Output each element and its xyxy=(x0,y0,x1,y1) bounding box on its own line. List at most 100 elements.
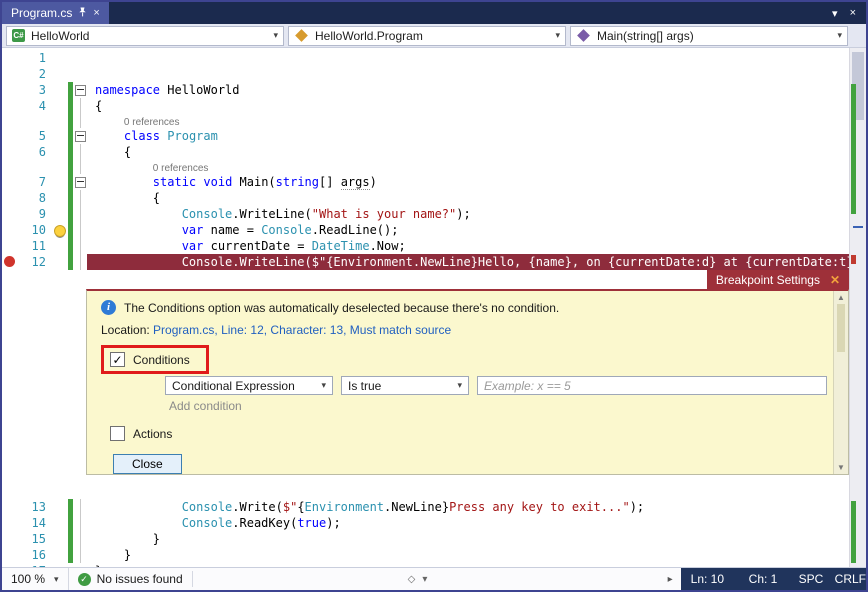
project-dropdown-label: HelloWorld xyxy=(31,29,89,43)
code-text xyxy=(87,66,849,82)
scroll-down-icon[interactable]: ▼ xyxy=(837,463,845,472)
line-number: 8 xyxy=(16,190,52,206)
line-number: 12 xyxy=(16,254,52,270)
marker-icon[interactable]: ◇ xyxy=(408,574,416,585)
info-icon: i xyxy=(101,300,116,315)
breakpoint-margin[interactable] xyxy=(2,160,16,174)
scroll-up-icon[interactable]: ▲ xyxy=(837,293,845,302)
code-line: 14 Console.ReadKey(true); xyxy=(2,515,849,531)
condition-expression-input[interactable] xyxy=(477,376,827,395)
breakpoint-margin[interactable] xyxy=(2,128,16,144)
issues-indicator[interactable]: ✓ No issues found xyxy=(69,568,192,590)
breakpoint-margin[interactable] xyxy=(2,66,16,82)
fold-margin xyxy=(73,66,87,82)
breakpoint-margin[interactable] xyxy=(2,82,16,98)
method-icon xyxy=(577,29,590,42)
column-indicator[interactable]: Ch: 1 xyxy=(749,572,799,586)
line-number: 13 xyxy=(16,499,52,515)
glyph-margin xyxy=(52,190,68,206)
breakpoint-settings-tab[interactable]: Breakpoint Settings ✕ xyxy=(707,270,849,289)
line-number: 5 xyxy=(16,128,52,144)
line-ending-indicator[interactable]: CRLF xyxy=(835,572,866,586)
breakpoint-margin[interactable] xyxy=(2,114,16,128)
breakpoint-margin[interactable] xyxy=(2,174,16,190)
breakpoint-margin[interactable] xyxy=(2,547,16,563)
peek-scrollbar-thumb[interactable] xyxy=(837,304,845,352)
breakpoint-settings-pane: i The Conditions option was automaticall… xyxy=(86,289,849,475)
code-editor[interactable]: 123namespace HelloWorld4{ 0 references5 … xyxy=(2,48,866,567)
condition-operator-value: Is true xyxy=(348,379,381,393)
glyph-margin xyxy=(52,128,68,144)
breakpoint-margin[interactable] xyxy=(2,98,16,114)
conditions-checkbox[interactable]: ✓ xyxy=(110,352,125,367)
line-number: 1 xyxy=(16,50,52,66)
collapse-toggle-icon[interactable] xyxy=(73,82,87,98)
breakpoint-margin[interactable] xyxy=(2,144,16,160)
scroll-right-icon[interactable]: ▸ xyxy=(668,574,673,585)
code-area[interactable]: 123namespace HelloWorld4{ 0 references5 … xyxy=(2,48,849,567)
peek-scrollbar[interactable]: ▲ ▼ xyxy=(833,291,848,474)
code-line: 0 references xyxy=(2,160,849,174)
line-indicator[interactable]: Ln: 10 xyxy=(681,572,749,586)
tab-program-cs[interactable]: Program.cs × xyxy=(2,2,109,24)
breakpoint-margin[interactable] xyxy=(2,190,16,206)
type-dropdown[interactable]: HelloWorld.Program ▾ xyxy=(288,26,566,46)
breakpoint-margin[interactable] xyxy=(2,206,16,222)
collapse-toggle-icon[interactable] xyxy=(73,174,87,190)
line-number: 9 xyxy=(16,206,52,222)
change-marker xyxy=(851,501,856,563)
code-line: 5 class Program xyxy=(2,128,849,144)
cursor-position-panel: Ln: 10 Ch: 1 SPC CRLF xyxy=(681,568,866,590)
project-dropdown[interactable]: C# HelloWorld ▾ xyxy=(6,26,284,46)
fold-margin xyxy=(73,515,87,531)
glyph-margin xyxy=(52,160,68,174)
breakpoint-dot[interactable] xyxy=(4,256,15,267)
breakpoint-margin[interactable] xyxy=(2,515,16,531)
line-number: 10 xyxy=(16,222,52,238)
fold-margin xyxy=(73,190,87,206)
chevron-down-icon: ▾ xyxy=(54,574,59,585)
window-menu-icon[interactable]: ▾ xyxy=(832,7,838,20)
class-icon xyxy=(295,29,308,42)
info-row: i The Conditions option was automaticall… xyxy=(101,300,827,315)
zoom-control[interactable]: 100 % ▾ xyxy=(2,568,69,590)
breakpoint-margin[interactable] xyxy=(2,50,16,66)
indent-mode-indicator[interactable]: SPC xyxy=(799,572,835,586)
close-button[interactable]: Close xyxy=(113,454,182,474)
location-row: Location: Program.cs, Line: 12, Characte… xyxy=(101,323,827,337)
code-text: namespace HelloWorld xyxy=(87,82,849,98)
code-line: 4{ xyxy=(2,98,849,114)
editor-scrollbar[interactable] xyxy=(849,48,866,567)
lightbulb-icon[interactable] xyxy=(52,222,68,238)
collapse-toggle-icon[interactable] xyxy=(73,128,87,144)
line-number: 16 xyxy=(16,547,52,563)
breakpoint-margin[interactable] xyxy=(2,238,16,254)
close-row: Close xyxy=(113,454,827,474)
member-dropdown[interactable]: Main(string[] args) ▾ xyxy=(570,26,848,46)
condition-type-dropdown[interactable]: Conditional Expression ▾ xyxy=(165,376,333,395)
fold-margin xyxy=(73,144,87,160)
pin-icon[interactable] xyxy=(78,6,87,20)
fold-margin xyxy=(73,547,87,563)
breakpoint-indicator[interactable] xyxy=(2,254,16,270)
glyph-margin xyxy=(52,531,68,547)
breakpoint-margin[interactable] xyxy=(2,499,16,515)
status-icons: ◇ ▾ xyxy=(408,568,428,590)
actions-checkbox[interactable] xyxy=(110,426,125,441)
change-marker xyxy=(851,84,856,214)
peek-close-icon[interactable]: ✕ xyxy=(830,273,840,287)
member-dropdown-label: Main(string[] args) xyxy=(597,29,694,43)
close-icon[interactable]: × xyxy=(850,7,856,19)
add-condition-link[interactable]: Add condition xyxy=(169,399,827,413)
code-line: 0 references xyxy=(2,114,849,128)
code-line: 10 var name = Console.ReadLine(); xyxy=(2,222,849,238)
location-links[interactable]: Program.cs, Line: 12, Character: 13, Mus… xyxy=(153,323,451,337)
csharp-project-icon: C# xyxy=(12,29,25,42)
tab-close-icon[interactable]: × xyxy=(93,7,99,19)
breakpoint-margin[interactable] xyxy=(2,222,16,238)
condition-operator-dropdown[interactable]: Is true ▾ xyxy=(341,376,469,395)
chevron-down-icon: ▾ xyxy=(273,30,278,41)
code-line: 16 } xyxy=(2,547,849,563)
glyph-margin xyxy=(52,254,68,270)
breakpoint-margin[interactable] xyxy=(2,531,16,547)
